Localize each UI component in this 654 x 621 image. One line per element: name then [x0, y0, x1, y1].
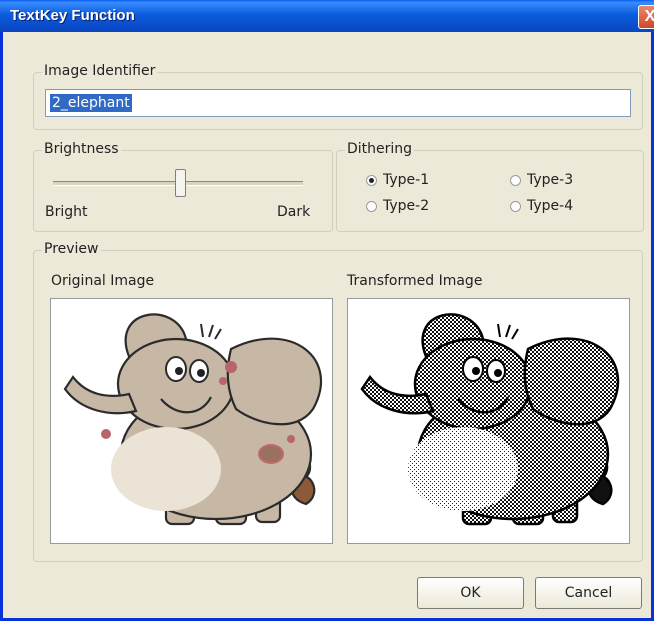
radio-type-1[interactable]: Type-1	[366, 172, 429, 188]
transformed-image-label: Transformed Image	[347, 273, 483, 289]
elephant-dithered-illustration	[360, 313, 620, 526]
original-image	[50, 298, 333, 544]
radio-indicator	[510, 200, 521, 212]
radio-label: Type-1	[383, 172, 430, 188]
radio-label: Type-3	[527, 172, 574, 188]
preview-legend: Preview	[42, 241, 101, 257]
image-identifier-value: 2_elephant	[50, 94, 132, 112]
radio-label: Type-2	[383, 198, 430, 214]
brightness-min-label: Bright	[45, 204, 88, 220]
radio-label: Type-4	[527, 198, 574, 214]
transformed-image	[347, 298, 630, 544]
radio-type-4[interactable]: Type-4	[510, 198, 573, 214]
window-title: TextKey Function	[10, 7, 135, 24]
dialog-window: TextKey Function X Image Identifier 2_el…	[0, 0, 654, 621]
image-identifier-legend: Image Identifier	[42, 63, 158, 79]
dithering-legend: Dithering	[345, 141, 415, 157]
ok-button[interactable]: OK	[417, 577, 524, 609]
original-image-label: Original Image	[51, 273, 155, 289]
title-bar[interactable]: TextKey Function X	[0, 0, 654, 32]
brightness-max-label: Dark	[277, 204, 311, 220]
brightness-legend: Brightness	[42, 141, 121, 157]
radio-type-3[interactable]: Type-3	[510, 172, 573, 188]
radio-indicator	[366, 174, 377, 186]
cancel-button[interactable]: Cancel	[535, 577, 642, 609]
radio-indicator	[366, 200, 377, 212]
radio-type-2[interactable]: Type-2	[366, 198, 429, 214]
radio-indicator	[510, 174, 521, 186]
image-identifier-input[interactable]: 2_elephant	[45, 89, 631, 117]
dithering-group: Dithering	[336, 141, 644, 232]
elephant-color-illustration	[63, 313, 323, 526]
brightness-slider-thumb[interactable]	[175, 169, 186, 197]
close-button[interactable]: X	[638, 5, 654, 29]
